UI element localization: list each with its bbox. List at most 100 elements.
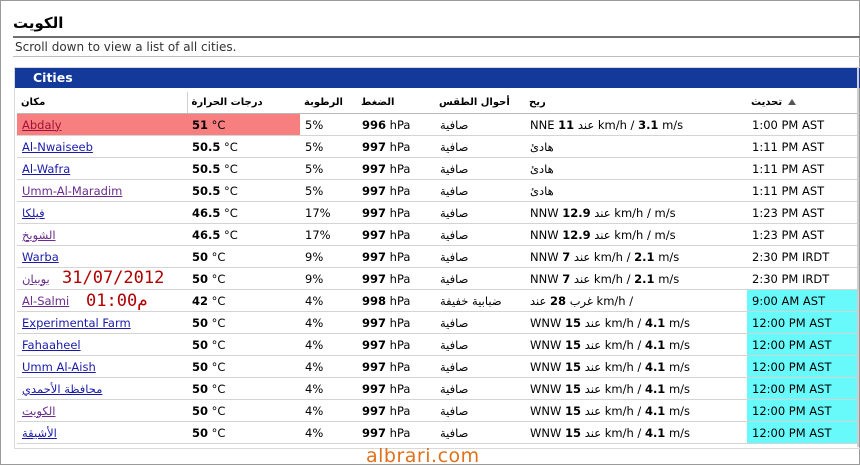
table-row: Experimental Farm 50 °C 4% 997 hPa صافية WNW … [17, 311, 857, 334]
condition-cell: صافية [435, 201, 525, 224]
column-header-temperature[interactable]: درجات الحرارة [186, 92, 300, 114]
wind-cell: غرب 28 عند km/h / [525, 289, 747, 312]
wind-ms-value: 4.1 [644, 403, 666, 418]
city-link[interactable]: Experimental Farm [22, 316, 131, 330]
humidity-cell: 4% [300, 421, 357, 444]
humidity-cell: 5% [300, 113, 357, 136]
pressure-cell: 997 hPa [357, 311, 435, 334]
temperature-unit: °C [211, 425, 226, 440]
temperature-value: 42 [192, 293, 209, 308]
city-link[interactable]: الأشيقة [22, 426, 57, 440]
wind-ms-value: 2.1 [634, 249, 655, 264]
wind-kmh-value: 12.9 [562, 227, 591, 242]
wind-kmh-value: 7 [562, 271, 571, 286]
wind-ms-value: 4.1 [644, 425, 666, 440]
wind-cell: NNW 7 عند km/h / 2.1 m/s [525, 267, 747, 290]
temperature-value: 50.5 [192, 183, 221, 198]
city-cell: الشويخ [17, 223, 187, 246]
humidity-cell: 9% [300, 245, 357, 268]
wind-kmh-unit: عند km/h / [584, 359, 642, 374]
wind-cell: WNW 15 عند km/h / 4.1 m/s [525, 399, 747, 422]
pressure-unit: hPa [389, 315, 411, 330]
pressure-value: 997 [362, 425, 387, 440]
city-cell: Al-Wafra [17, 157, 187, 180]
pressure-value: 997 [362, 403, 387, 418]
temperature-cell: 50 °C [187, 311, 300, 334]
pressure-value: 996 [362, 117, 387, 132]
temperature-cell: 50.5 °C [187, 135, 300, 158]
wind-kmh-unit: عند km/h / [573, 271, 631, 286]
table-row: الشويخ 46.5 °C 17% 997 hPa صافية NNW 12.9 عند… [17, 223, 857, 246]
city-link[interactable]: Umm-Al-Maradim [22, 184, 122, 198]
condition-cell: صافية [435, 135, 525, 158]
wind-kmh-unit: عند km/h / [584, 337, 642, 352]
city-cell: Abdaly [17, 113, 187, 136]
city-cell: Umm-Al-Maradim [17, 179, 187, 202]
pressure-cell: 997 hPa [357, 421, 435, 444]
wind-kmh-value: 12.9 [562, 205, 591, 220]
city-link[interactable]: محافظة الأحمدي [22, 382, 102, 396]
overlay-time-stamp: 01:00م [86, 291, 148, 311]
wind-kmh-value: 7 [562, 249, 571, 264]
city-cell: محافظة الأحمدي [17, 377, 187, 400]
column-header-humidity[interactable]: الرطوبة [300, 92, 357, 114]
wind-kmh-unit: عند km/h / [594, 205, 651, 220]
table-row: Umm Al-Aish 50 °C 4% 997 hPa صافية WNW 15 عند… [17, 355, 857, 378]
wind-direction: WNW [530, 425, 562, 440]
table-row: فيلكا 46.5 °C 17% 997 hPa صافية NNW 12.9 عند … [17, 201, 857, 224]
column-header-conditions[interactable]: أحوال الطقس [435, 92, 525, 114]
wind-ms-value: 2.1 [634, 271, 655, 286]
temperature-value: 51 [192, 117, 209, 132]
wind-ms-unit: m/s [658, 271, 680, 286]
city-link[interactable]: بوبيان [22, 272, 50, 286]
temperature-cell: 50 °C [187, 421, 300, 444]
city-link[interactable]: الشويخ [22, 228, 56, 242]
pressure-cell: 997 hPa [357, 245, 435, 268]
updated-cell: 9:00 AM AST [747, 289, 857, 312]
temperature-unit: °C [224, 161, 238, 176]
temperature-unit: °C [211, 337, 226, 352]
column-header-updated-label: تحديث [751, 97, 783, 108]
wind-kmh-unit: عند km/h / [584, 425, 642, 440]
city-link[interactable]: Umm Al-Aish [22, 360, 96, 374]
condition-cell: صافية [435, 377, 525, 400]
column-header-wind[interactable]: ريح [525, 92, 747, 114]
table-row: Al-Wafra 50.5 °C 5% 997 hPa صافية هادئ 1:11 … [17, 157, 857, 180]
pressure-value: 997 [362, 227, 387, 242]
updated-cell: 1:11 PM AST [747, 157, 857, 180]
pressure-unit: hPa [389, 293, 411, 308]
city-link[interactable]: فيلكا [22, 206, 45, 220]
column-header-place[interactable]: مكان [17, 92, 187, 114]
wind-cell: هادئ [525, 179, 747, 202]
city-link[interactable]: Abdaly [22, 118, 62, 132]
wind-kmh-value: 15 [565, 337, 582, 352]
temperature-value: 50 [192, 337, 209, 352]
pressure-value: 997 [362, 161, 387, 176]
cities-panel: Cities مكان درجات الحرارة الرطوبة الضغط … [14, 67, 860, 449]
city-link[interactable]: Al-Salmi [22, 294, 69, 308]
pressure-cell: 996 hPa [357, 113, 435, 136]
cities-panel-title: Cities [33, 70, 73, 85]
column-header-updated[interactable]: تحديث [747, 92, 857, 114]
wind-ms-value: 4.1 [644, 337, 666, 352]
wind-ms-value: 4.1 [644, 315, 666, 330]
city-link[interactable]: الكويت [22, 404, 55, 418]
temperature-unit: °C [224, 205, 238, 220]
city-link[interactable]: Al-Wafra [22, 162, 70, 176]
wind-kmh-unit: عند km/h / [584, 381, 642, 396]
wind-kmh-unit: هادئ [530, 183, 554, 198]
temperature-value: 50 [192, 249, 209, 264]
wind-ms-unit: m/s [668, 337, 691, 352]
wind-cell: WNW 15 عند km/h / 4.1 m/s [525, 311, 747, 334]
humidity-cell: 4% [300, 289, 357, 312]
city-link[interactable]: Fahaaheel [22, 338, 81, 352]
table-row: محافظة الأحمدي 50 °C 4% 997 hPa صافية WNW 15 … [17, 377, 857, 400]
humidity-cell: 4% [300, 377, 357, 400]
city-link[interactable]: Warba [22, 250, 59, 264]
column-header-pressure[interactable]: الضغط [357, 92, 435, 114]
temperature-unit: °C [211, 249, 226, 264]
city-link[interactable]: Al-Nwaiseeb [22, 140, 93, 154]
pressure-unit: hPa [389, 139, 411, 154]
humidity-cell: 4% [300, 355, 357, 378]
pressure-value: 997 [362, 249, 387, 264]
